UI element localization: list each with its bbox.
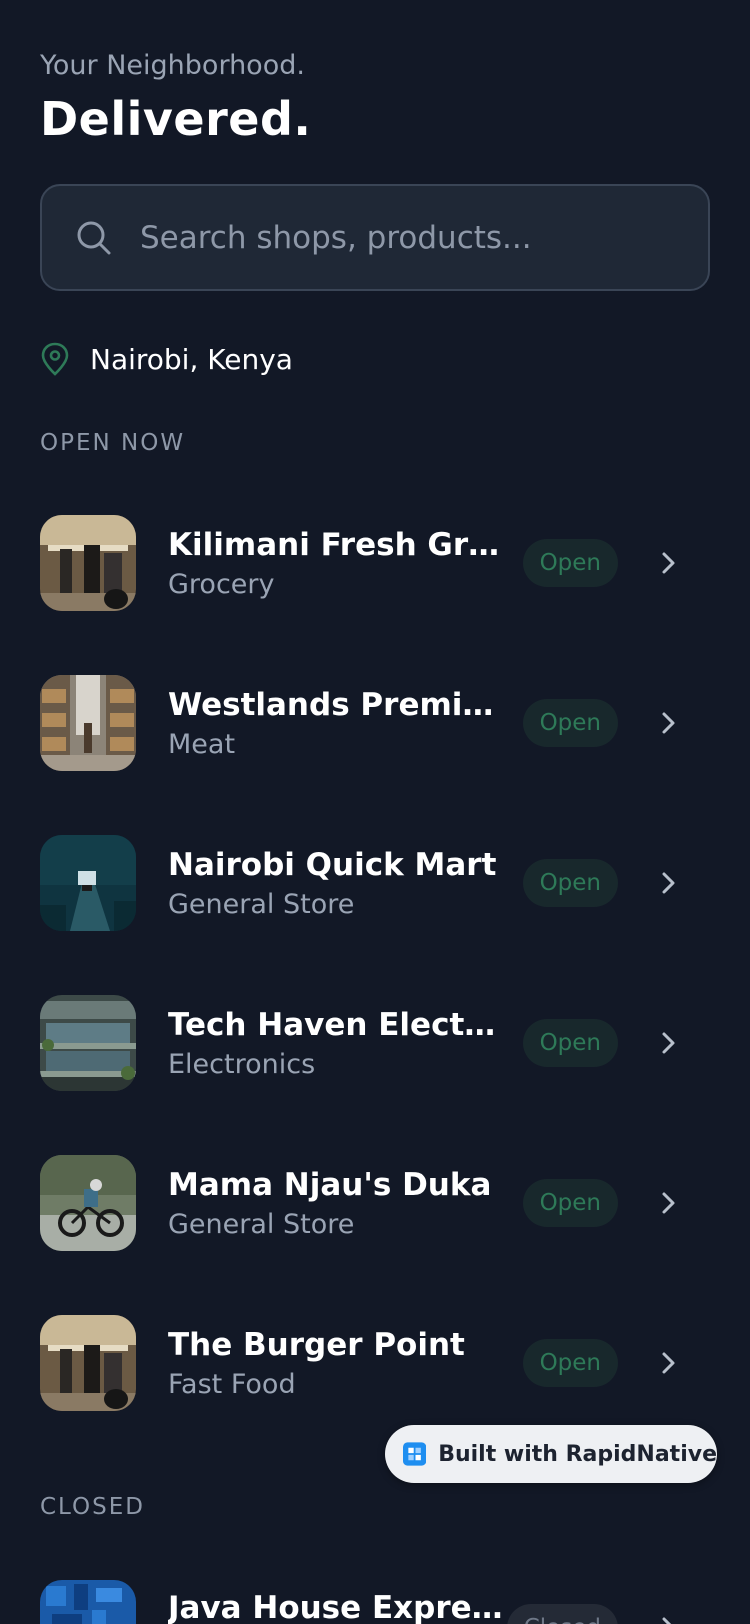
status-badge: Open (522, 1339, 618, 1387)
shop-row-mama-njau[interactable]: Mama Njau's Duka General Store Open (40, 1155, 710, 1251)
shop-category: Electronics (168, 1048, 316, 1080)
shop-thumbnail (40, 995, 136, 1091)
section-open-now: OPEN NOW (40, 430, 186, 456)
shop-thumbnail (40, 1155, 136, 1251)
shop-category: General Store (168, 1208, 355, 1240)
status-badge: Open (522, 539, 618, 587)
store-interior-image (40, 515, 136, 611)
chevron-right-icon (662, 1032, 675, 1054)
shop-row-tech-haven[interactable]: Tech Haven Electro... Electronics Open (40, 995, 710, 1091)
shop-row-nairobi-quick-mart[interactable]: Nairobi Quick Mart General Store Open (40, 835, 710, 931)
shop-thumbnail (40, 1580, 136, 1624)
chevron-right-icon (662, 1617, 672, 1624)
shop-name: Java House Express (168, 1590, 508, 1624)
location-label: Nairobi, Kenya (90, 342, 293, 376)
shop-category: Fast Food (168, 1368, 296, 1400)
shop-thumbnail (40, 675, 136, 771)
shop-name: The Burger Point (168, 1326, 465, 1363)
search-bar[interactable] (40, 184, 710, 291)
blue-pattern-image (40, 1580, 136, 1624)
status-badge: Open (522, 859, 618, 907)
shop-row-java-house[interactable]: Java House Express Closed (40, 1580, 710, 1624)
modern-building-image (40, 995, 136, 1091)
built-with-rapidnative-badge[interactable]: Built with RapidNative (385, 1425, 717, 1483)
search-input[interactable] (140, 207, 708, 268)
chevron-right-icon (662, 872, 675, 894)
shop-row-westlands[interactable]: Westlands Premiu... Meat Open (40, 675, 710, 771)
shop-row-kilimani[interactable]: Kilimani Fresh Groc... Grocery Open (40, 515, 710, 611)
chevron-right-icon (662, 552, 675, 574)
greeting-text: Your Neighborhood. (40, 50, 305, 81)
store-interior-image (40, 1315, 136, 1411)
shop-category: Meat (168, 728, 236, 760)
section-closed: CLOSED (40, 1494, 145, 1520)
location-selector[interactable]: Nairobi, Kenya (40, 342, 293, 376)
shop-thumbnail (40, 835, 136, 931)
search-icon (77, 221, 111, 254)
chevron-right-icon (662, 1192, 675, 1214)
badge-label: Built with RapidNative (438, 1441, 717, 1467)
shop-name: Nairobi Quick Mart (168, 846, 497, 883)
status-badge: Open (522, 1179, 618, 1227)
warehouse-aisle-image (40, 675, 136, 771)
shop-row-burger-point[interactable]: The Burger Point Fast Food Open (40, 1315, 710, 1411)
app-screen: Your Neighborhood. Delivered. Nairobi, K… (0, 0, 750, 1624)
shop-name: Kilimani Fresh Groc... (168, 526, 508, 563)
map-pin-icon (41, 342, 69, 376)
shop-thumbnail (40, 515, 136, 611)
chevron-right-icon (662, 712, 675, 734)
rapidnative-logo-icon (403, 1442, 427, 1466)
cyclist-image (40, 1155, 136, 1251)
shop-category: Grocery (168, 568, 275, 600)
status-badge: Closed (506, 1604, 618, 1624)
chevron-right-icon (662, 1352, 675, 1374)
shop-thumbnail (40, 1315, 136, 1411)
page-title: Delivered. (40, 92, 312, 146)
status-badge: Open (522, 699, 618, 747)
status-badge: Open (522, 1019, 618, 1067)
shop-name: Mama Njau's Duka (168, 1166, 492, 1203)
shop-category: General Store (168, 888, 355, 920)
shop-name: Westlands Premiu... (168, 686, 508, 723)
shop-name: Tech Haven Electro... (168, 1006, 508, 1043)
forest-road-image (40, 835, 136, 931)
